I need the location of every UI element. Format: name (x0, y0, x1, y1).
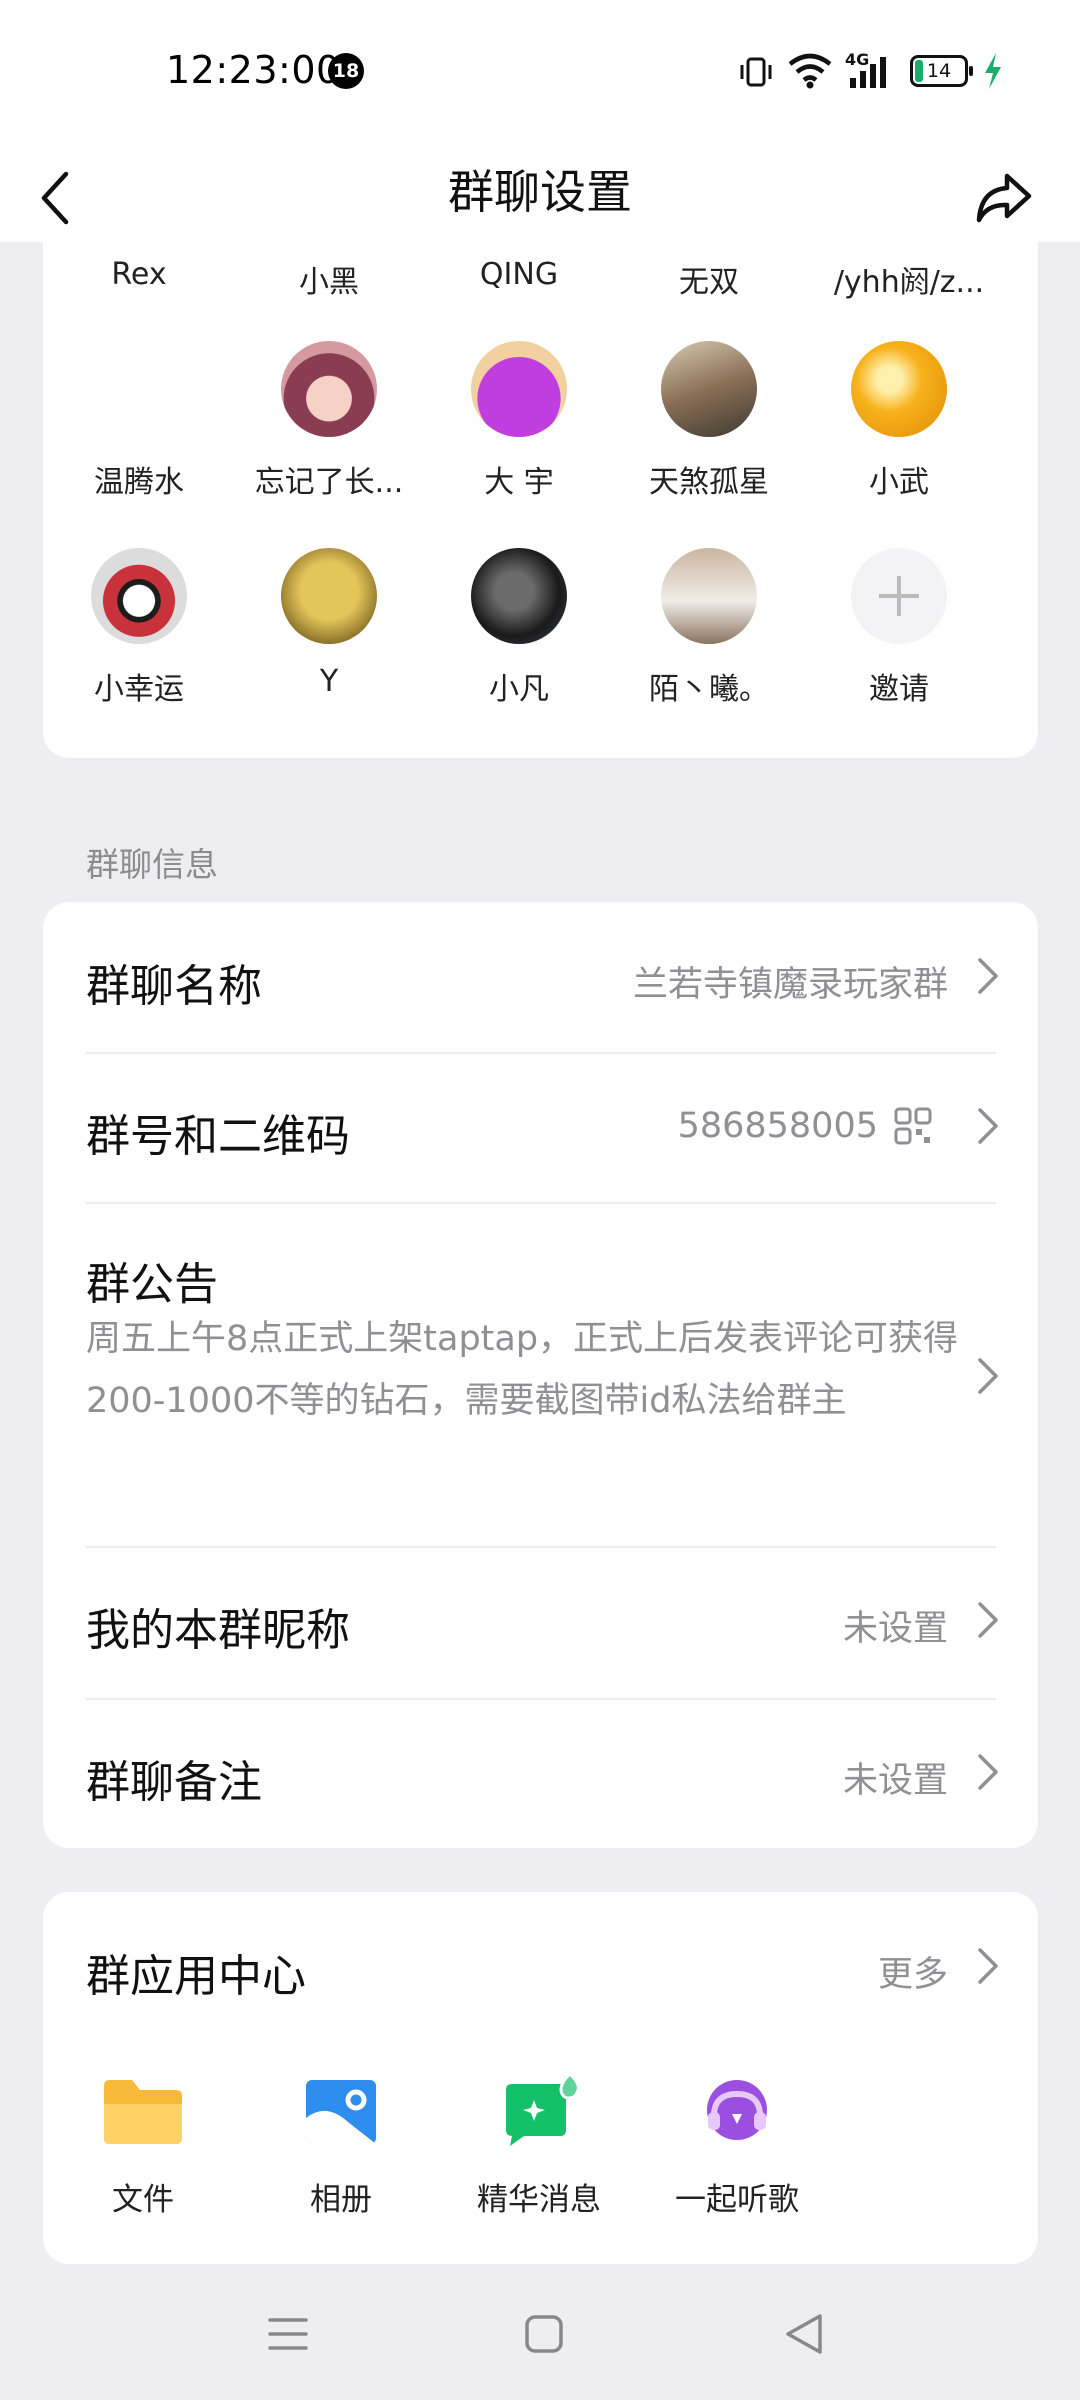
member-item[interactable]: 陌丶曦。 (614, 548, 804, 708)
member-name: 邀请 (869, 672, 929, 707)
member-name: Rex (111, 257, 167, 292)
member-name: 忘记了长... (254, 465, 404, 500)
member-name: Y (319, 664, 339, 699)
signal-icon (850, 57, 886, 88)
members-card: Rex 小黑 QING 无双 /yhh阏/z... 温腾水 忘记了长... 大 … (43, 242, 1038, 758)
member-name: 温腾水 (94, 465, 184, 500)
chevron-right-icon (978, 958, 998, 994)
member-name: 小黑 (299, 265, 359, 300)
essence-message-icon (506, 2071, 580, 2146)
add-icon (851, 548, 947, 644)
group-id-value: 586858005 (677, 1106, 878, 1146)
app-essence[interactable]: 精华消息 (439, 2071, 639, 2219)
app-album[interactable]: 相册 (241, 2072, 441, 2219)
app-label: 一起听歌 (675, 2182, 799, 2218)
member-name: 小幸运 (94, 672, 184, 707)
remark-value: 未设置 (842, 1761, 948, 1801)
back-icon[interactable] (36, 170, 76, 226)
chevron-right-icon (978, 1108, 998, 1144)
avatar (661, 548, 757, 644)
listen-together-icon (707, 2080, 767, 2140)
row-title: 群公告 (86, 1259, 218, 1310)
avatar (471, 341, 567, 437)
chevron-right-icon (978, 1754, 998, 1790)
app-label: 文件 (112, 2182, 174, 2218)
app-listen-together[interactable]: 一起听歌 (637, 2072, 837, 2219)
avatar (281, 548, 377, 644)
status-bar: 12:23:00 18 4G 14 (0, 0, 1080, 142)
member-item[interactable]: 小幸运 (44, 548, 234, 708)
member-item[interactable]: 小武 (804, 341, 994, 501)
my-nickname-row[interactable]: 我的本群昵称 未设置 (43, 1548, 1038, 1698)
row-title: 群号和二维码 (86, 1111, 350, 1162)
member-item[interactable]: 温腾水 (44, 341, 234, 501)
group-id-row[interactable]: 群号和二维码 586858005 (43, 1054, 1038, 1202)
album-icon (306, 2080, 376, 2144)
charging-icon (985, 53, 1001, 89)
group-apps-card: 群应用中心 更多 文件 相册 精华消息 一起听歌 (43, 1892, 1038, 2264)
back-nav-icon[interactable] (782, 2312, 826, 2356)
avatar (91, 341, 187, 437)
folder-icon (104, 2080, 182, 2144)
app-label: 精华消息 (477, 2182, 601, 2218)
avatar (851, 341, 947, 437)
member-name: 陌丶曦。 (649, 672, 769, 707)
member-item[interactable]: 小黑 (234, 257, 424, 301)
group-name-row[interactable]: 群聊名称 兰若寺镇魔录玩家群 (43, 902, 1038, 1052)
page-title: 群聊设置 (448, 165, 632, 219)
group-name-value: 兰若寺镇魔录玩家群 (632, 965, 948, 1005)
member-item[interactable]: Rex (44, 257, 234, 292)
notice-text: 周五上午8点正式上架taptap，正式上后发表评论可获得200-1000不等的钻… (86, 1319, 959, 1421)
app-files[interactable]: 文件 (43, 2072, 243, 2219)
battery-icon: 14 (910, 55, 973, 87)
chevron-right-icon (978, 1358, 998, 1394)
wifi-icon (788, 53, 832, 89)
member-item[interactable]: 小凡 (424, 548, 614, 708)
group-remark-row[interactable]: 群聊备注 未设置 (43, 1700, 1038, 1848)
apps-header[interactable]: 群应用中心 更多 (43, 1892, 1038, 2042)
avatar (471, 548, 567, 644)
qr-code-icon (894, 1107, 932, 1145)
app-label: 相册 (310, 2182, 372, 2218)
member-name: 小凡 (489, 672, 549, 707)
menu-icon[interactable] (266, 2314, 310, 2354)
group-notice-row[interactable]: 群公告 周五上午8点正式上架taptap，正式上后发表评论可获得200-1000… (43, 1204, 1038, 1544)
invite-button[interactable]: 邀请 (804, 548, 994, 708)
member-item[interactable]: 无双 (614, 257, 804, 301)
member-name: QING (479, 257, 559, 292)
chevron-right-icon (978, 1948, 998, 1984)
member-item[interactable]: 天煞孤星 (614, 341, 804, 501)
row-title: 群聊备注 (86, 1757, 262, 1808)
nav-bar: 群聊设置 (0, 142, 1080, 242)
avatar (661, 341, 757, 437)
member-name: 大 宇 (484, 465, 554, 500)
home-icon[interactable] (524, 2314, 564, 2354)
section-label: 群聊信息 (86, 845, 218, 884)
member-item[interactable]: 大 宇 (424, 341, 614, 501)
avatar (91, 548, 187, 644)
chevron-right-icon (978, 1602, 998, 1638)
nickname-value: 未设置 (842, 1609, 948, 1649)
notification-badge: 18 (328, 53, 364, 89)
row-title: 我的本群昵称 (86, 1605, 350, 1656)
member-item[interactable]: Y (234, 548, 424, 699)
member-name: 小武 (869, 465, 929, 500)
share-icon[interactable] (975, 172, 1033, 224)
member-name: 天煞孤星 (649, 465, 769, 500)
member-item[interactable]: QING (424, 257, 614, 292)
battery-level: 14 (926, 60, 952, 82)
member-item[interactable]: /yhh阏/z... (804, 257, 1014, 301)
group-info-card: 群聊名称 兰若寺镇魔录玩家群 群号和二维码 586858005 群公告 周五上午… (43, 902, 1038, 1848)
member-item[interactable]: 忘记了长... (234, 341, 424, 501)
member-name: 无双 (679, 265, 739, 300)
apps-title: 群应用中心 (86, 1951, 306, 2002)
avatar (281, 341, 377, 437)
more-link: 更多 (877, 1955, 948, 1995)
row-title: 群聊名称 (86, 961, 262, 1012)
vibrate-icon (740, 57, 772, 87)
member-name: /yhh阏/z... (833, 265, 985, 300)
status-time: 12:23:00 (166, 48, 341, 92)
